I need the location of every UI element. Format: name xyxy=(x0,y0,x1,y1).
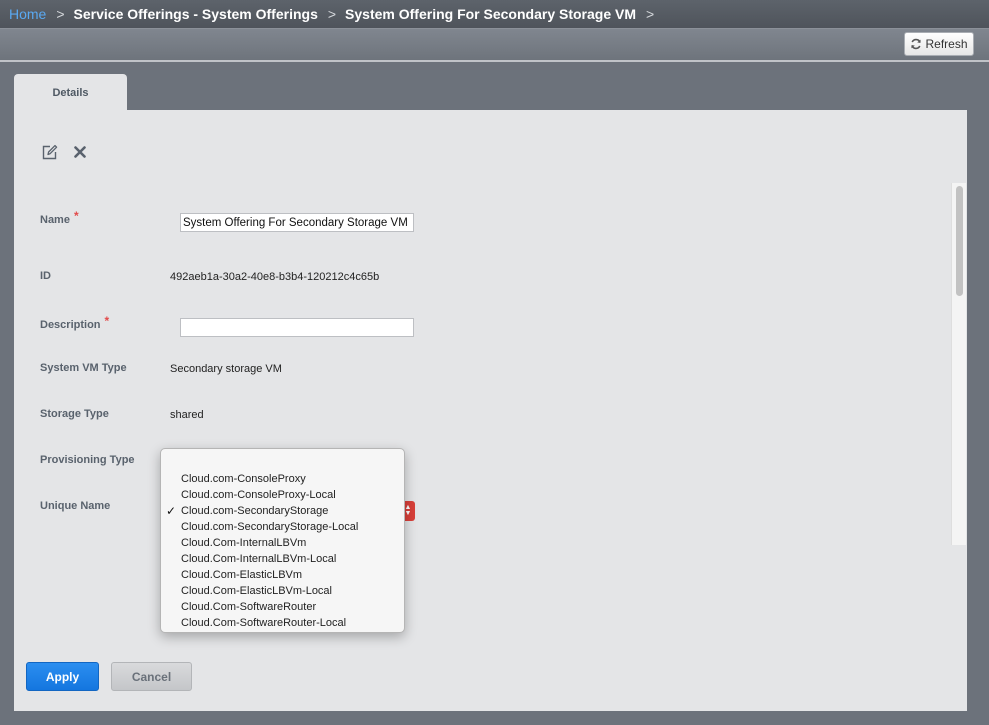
system-vm-type-label: System VM Type xyxy=(40,362,127,374)
id-value: 492aeb1a-30a2-40e8-b3b4-120212c4c65b xyxy=(170,271,380,283)
dropdown-option[interactable]: Cloud.com-ConsoleProxy xyxy=(161,471,404,487)
name-label: Name * xyxy=(40,209,79,226)
required-indicator: * xyxy=(73,209,79,223)
breadcrumb-current-item[interactable]: System Offering For Secondary Storage VM xyxy=(345,6,636,22)
name-label-text: Name xyxy=(40,214,70,226)
dropdown-option-label: Cloud.com-SecondaryStorage-Local xyxy=(181,521,359,533)
required-indicator: * xyxy=(104,314,110,328)
dropdown-option-label: Cloud.Com-InternalLBVm xyxy=(181,537,307,549)
dropdown-option[interactable]: Cloud.Com-ElasticLBVm-Local xyxy=(161,583,404,599)
edit-button[interactable] xyxy=(39,142,59,162)
description-label: Description * xyxy=(40,314,110,331)
edit-icon xyxy=(42,144,57,159)
details-panel xyxy=(14,110,967,711)
refresh-icon xyxy=(911,38,922,50)
cancel-button[interactable]: Cancel xyxy=(111,662,192,691)
storage-type-value: shared xyxy=(170,409,204,421)
dropdown-option-selected[interactable]: ✓ Cloud.com-SecondaryStorage xyxy=(161,503,404,519)
remove-button[interactable] xyxy=(70,142,90,162)
dropdown-option-label: Cloud.Com-SoftwareRouter xyxy=(181,601,317,613)
dropdown-option[interactable]: Cloud.Com-SoftwareRouter xyxy=(161,599,404,615)
storage-type-label: Storage Type xyxy=(40,408,109,420)
breadcrumb-separator: > xyxy=(327,6,337,22)
name-input[interactable] xyxy=(180,213,414,232)
dropdown-option[interactable]: Cloud.Com-ElasticLBVm xyxy=(161,567,404,583)
provisioning-type-label: Provisioning Type xyxy=(40,454,135,466)
dropdown-option[interactable]: Cloud.Com-SoftwareRouter-Local xyxy=(161,615,404,631)
dropdown-option-label: Cloud.com-SecondaryStorage xyxy=(181,505,329,517)
dropdown-option[interactable]: Cloud.Com-InternalLBVm xyxy=(161,535,404,551)
chevron-down-icon: ▼ xyxy=(404,510,412,517)
tab-details[interactable]: Details xyxy=(14,74,127,111)
apply-button[interactable]: Apply xyxy=(26,662,99,691)
scrollbar[interactable] xyxy=(951,183,966,545)
refresh-button[interactable]: Refresh xyxy=(904,32,974,56)
scrollbar-thumb[interactable] xyxy=(956,186,963,296)
dropdown-option-label: Cloud.Com-SoftwareRouter-Local xyxy=(181,617,347,629)
breadcrumb-separator: > xyxy=(646,6,655,22)
refresh-label: Refresh xyxy=(925,37,968,51)
dropdown-option[interactable]: Cloud.com-ConsoleProxy-Local xyxy=(161,487,404,503)
dropdown-option-label: Cloud.Com-ElasticLBVm xyxy=(181,569,303,581)
unique-name-label: Unique Name xyxy=(40,500,111,512)
description-input[interactable] xyxy=(180,318,414,337)
dropdown-option[interactable]: Cloud.com-SecondaryStorage-Local xyxy=(161,519,404,535)
breadcrumb-service-offerings-link[interactable]: Service Offerings - System Offerings xyxy=(74,6,318,22)
description-label-text: Description xyxy=(40,319,101,331)
check-icon: ✓ xyxy=(166,504,177,518)
id-label: ID xyxy=(40,270,51,282)
system-vm-type-value: Secondary storage VM xyxy=(170,363,282,375)
dropdown-option[interactable]: Cloud.Com-InternalLBVm-Local xyxy=(161,551,404,567)
breadcrumb-home-link[interactable]: Home xyxy=(9,6,46,22)
toolbar: Refresh xyxy=(0,28,989,62)
breadcrumb: Home > Service Offerings - System Offeri… xyxy=(0,0,989,28)
dropdown-option-label: Cloud.com-ConsoleProxy xyxy=(181,473,306,485)
breadcrumb-separator: > xyxy=(56,6,65,22)
close-icon xyxy=(74,146,86,158)
unique-name-dropdown[interactable]: Cloud.com-ConsoleProxy Cloud.com-Console… xyxy=(160,448,405,633)
dropdown-option-label: Cloud.com-ConsoleProxy-Local xyxy=(181,489,336,501)
dropdown-option-label: Cloud.Com-InternalLBVm-Local xyxy=(181,553,337,565)
dropdown-option-label: Cloud.Com-ElasticLBVm-Local xyxy=(181,585,332,597)
